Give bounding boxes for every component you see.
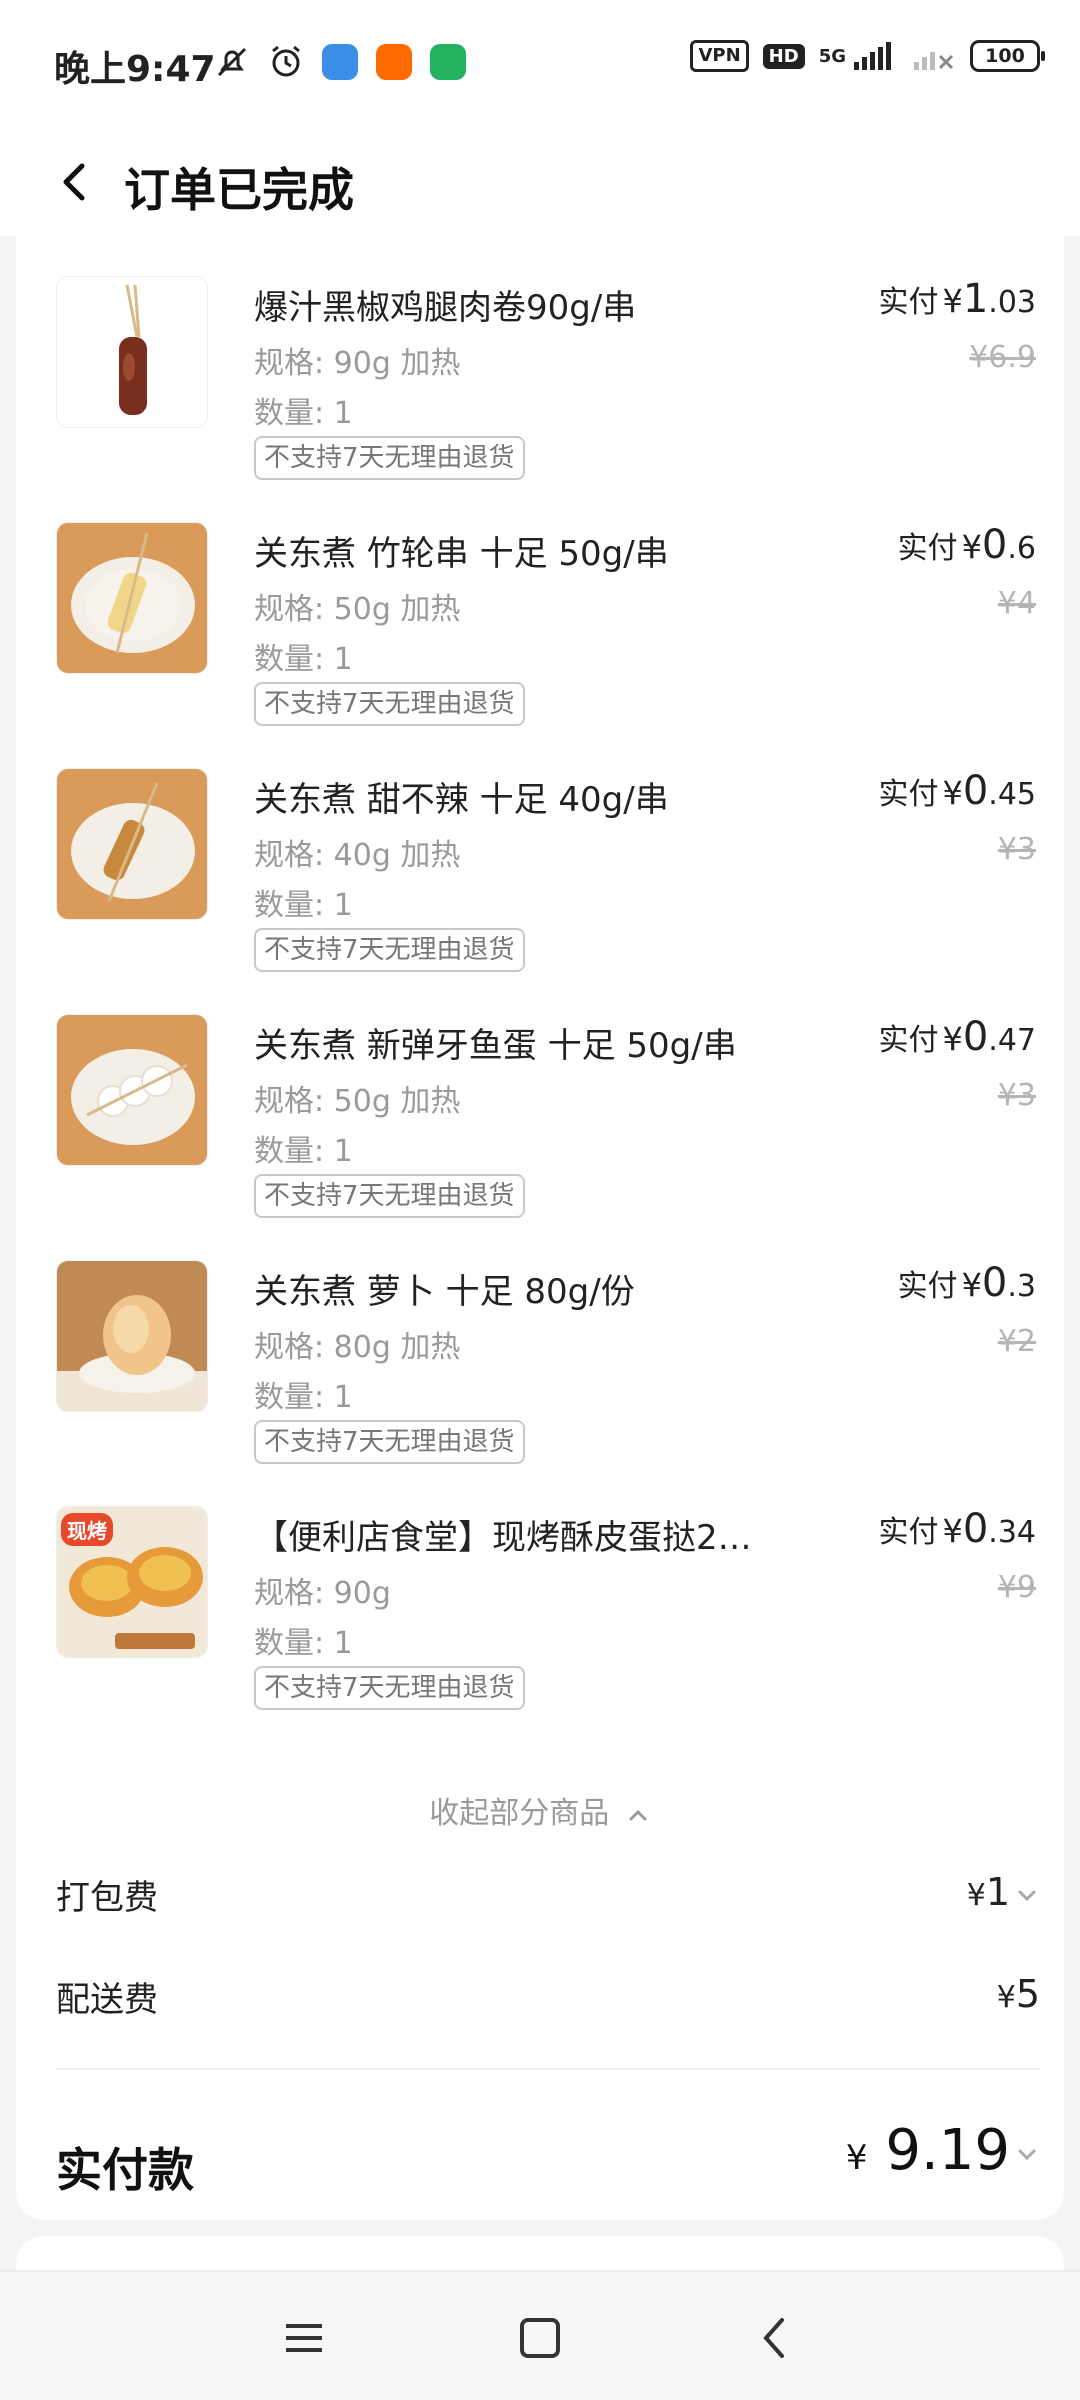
wallet-app-icon [320,42,360,82]
chevron-up-icon [629,1809,647,1820]
fishball-skewer-image [56,1014,208,1166]
no-return-tag: 不支持7天无理由退货 [254,1420,525,1464]
item-quantity: 数量: 1 [254,396,353,431]
home-square-icon [520,2318,560,2358]
item-spec: 规格: 50g 加热 [254,592,461,627]
radish-image [56,1260,208,1412]
item-quantity: 数量: 1 [254,1626,353,1661]
status-notification-icons [212,42,468,82]
divider [56,2068,1040,2070]
item-spec: 规格: 40g 加热 [254,838,461,873]
fishcake-skewer-image [56,522,208,674]
collapse-label: 收起部分商品 [429,1796,610,1831]
image-badge: 现烤 [61,1513,113,1546]
chevron-down-icon [1018,2149,1036,2160]
chevron-down-icon [1018,1890,1036,1901]
alarm-icon [266,42,306,82]
network-type: 5G [818,45,846,67]
item-original-price: ¥4 [997,586,1036,621]
item-name: 【便利店食堂】现烤酥皮蛋挞2… [254,1518,752,1558]
signal-icon [854,42,891,70]
item-name: 关东煮 甜不辣 十足 40g/串 [254,780,669,820]
item-paid-price: 实付 ¥0.34 [878,1506,1036,1552]
battery-indicator: 100 [970,40,1045,72]
item-name: 关东煮 新弹牙鱼蛋 十足 50g/串 [254,1026,737,1066]
item-paid-price: 实付 ¥0.47 [878,1014,1036,1060]
vpn-badge: VPN [690,40,749,72]
page-header: 订单已完成 [0,128,1080,236]
status-system-icons: VPN HD 5G 100 [690,40,1045,72]
order-item[interactable]: 爆汁黑椒鸡腿肉卷90g/串 规格: 90g 加热 数量: 1 不支持7天无理由退… [56,276,1036,496]
egg-tart-image: 现烤 [56,1506,208,1658]
item-paid-price: 实付 ¥0.6 [897,522,1036,568]
item-spec: 规格: 50g 加热 [254,1084,461,1119]
item-paid-price: 实付 ¥1.03 [878,276,1036,322]
home-button[interactable] [510,2308,570,2368]
packing-fee-label: 打包费 [56,1878,158,1918]
item-original-price: ¥6.9 [969,340,1036,375]
chevron-left-icon [63,163,85,201]
menu-icon [286,2324,322,2352]
item-name: 爆汁黑椒鸡腿肉卷90g/串 [254,288,637,328]
page-title: 订单已完成 [124,163,354,217]
item-quantity: 数量: 1 [254,888,353,923]
item-name: 关东煮 萝卜 十足 80g/份 [254,1272,635,1312]
item-original-price: ¥9 [997,1570,1036,1605]
item-quantity: 数量: 1 [254,1380,353,1415]
order-item[interactable]: 关东煮 竹轮串 十足 50g/串 规格: 50g 加热 数量: 1 不支持7天无… [56,522,1036,742]
no-return-tag: 不支持7天无理由退货 [254,1666,525,1710]
no-return-tag: 不支持7天无理由退货 [254,1174,525,1218]
no-return-tag: 不支持7天无理由退货 [254,682,525,726]
item-original-price: ¥3 [997,832,1036,867]
item-name: 关东煮 竹轮串 十足 50g/串 [254,534,669,574]
chicken-skewer-image [56,276,208,428]
status-time: 晚上9:47 [54,49,216,90]
collapse-items-button[interactable]: 收起部分商品 [16,1788,1064,1832]
packing-fee-row[interactable]: 打包费 ¥1 [56,1870,1040,1920]
menu-button[interactable] [274,2308,334,2368]
mi-app-icon [374,42,414,82]
order-item[interactable]: 关东煮 甜不辣 十足 40g/串 规格: 40g 加热 数量: 1 不支持7天无… [56,768,1036,988]
item-original-price: ¥2 [997,1324,1036,1359]
item-spec: 规格: 90g [254,1576,391,1611]
no-return-tag: 不支持7天无理由退货 [254,928,525,972]
item-spec: 规格: 90g 加热 [254,346,461,381]
item-paid-price: 实付 ¥0.3 [897,1260,1036,1306]
order-item[interactable]: 现烤 【便利店食堂】现烤酥皮蛋挞2… 规格: 90g 数量: 1 不支持7天无理… [56,1506,1036,1726]
no-return-tag: 不支持7天无理由退货 [254,436,525,480]
total-paid-amount[interactable]: ¥ 9.19 [846,2118,1040,2183]
signal-weak-icon [914,52,954,70]
item-spec: 规格: 80g 加热 [254,1330,461,1365]
tempura-skewer-image [56,768,208,920]
status-bar: 晚上9:47 VPN HD 5G 100 [0,0,1080,128]
phone-app-icon [428,42,468,82]
back-button[interactable] [52,158,100,206]
delivery-fee-row: 配送费 ¥5 [56,1972,1040,2022]
order-item[interactable]: 关东煮 萝卜 十足 80g/份 规格: 80g 加热 数量: 1 不支持7天无理… [56,1260,1036,1480]
item-paid-price: 实付 ¥0.45 [878,768,1036,814]
delivery-fee-label: 配送费 [56,1980,158,2020]
mute-icon [212,42,252,82]
system-nav-bar [0,2270,1080,2400]
hd-badge: HD [762,43,805,69]
total-label: 实付款 [56,2143,194,2197]
item-quantity: 数量: 1 [254,642,353,677]
item-original-price: ¥3 [997,1078,1036,1113]
order-item[interactable]: 关东煮 新弹牙鱼蛋 十足 50g/串 规格: 50g 加热 数量: 1 不支持7… [56,1014,1036,1234]
nav-back-button[interactable] [746,2308,806,2368]
order-items-card: 爆汁黑椒鸡腿肉卷90g/串 规格: 90g 加热 数量: 1 不支持7天无理由退… [16,236,1064,2220]
delivery-fee-value: ¥5 [996,1972,1040,2016]
packing-fee-value: ¥1 [967,1870,1040,1914]
item-quantity: 数量: 1 [254,1134,353,1169]
chevron-left-icon [763,2318,784,2358]
